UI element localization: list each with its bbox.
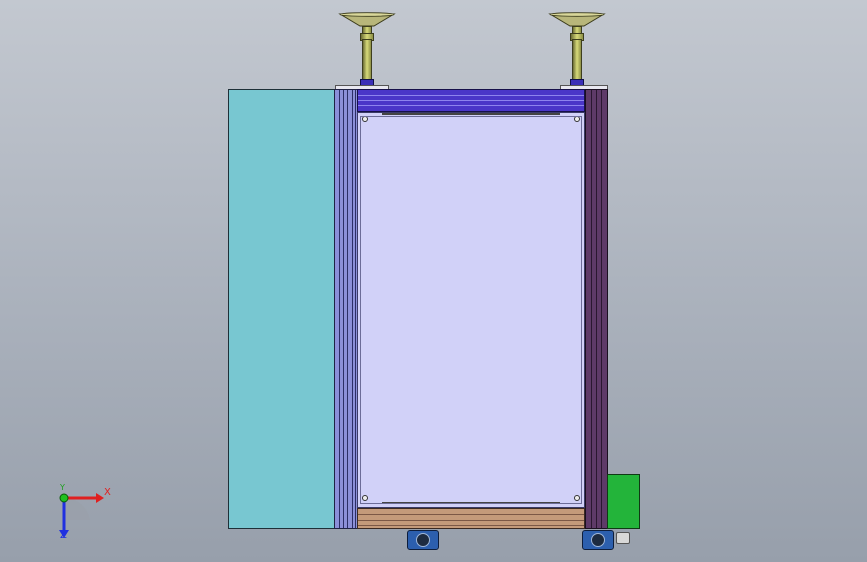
left-frame-profile[interactable] (334, 89, 358, 529)
door-inner-border (360, 116, 582, 504)
top-rail[interactable] (357, 89, 585, 112)
cad-viewport[interactable]: X Y Z (0, 0, 867, 562)
right-frame-profile[interactable] (585, 89, 608, 529)
wooden-base[interactable] (357, 508, 585, 529)
green-electrical-box[interactable] (607, 474, 640, 529)
side-panel[interactable] (228, 89, 335, 529)
right-caster-icon[interactable] (582, 530, 614, 550)
right-post-shaft (572, 39, 582, 83)
leveling-foot-icon[interactable] (616, 532, 630, 544)
door-top-slot (382, 113, 560, 115)
axis-y-label: Y (60, 483, 65, 492)
axis-x-label: X (104, 487, 111, 498)
axis-z-label: Z (60, 530, 67, 541)
axis-triad-icon: X Y Z (48, 480, 118, 550)
left-post-shaft (362, 39, 372, 83)
left-caster-icon[interactable] (407, 530, 439, 550)
